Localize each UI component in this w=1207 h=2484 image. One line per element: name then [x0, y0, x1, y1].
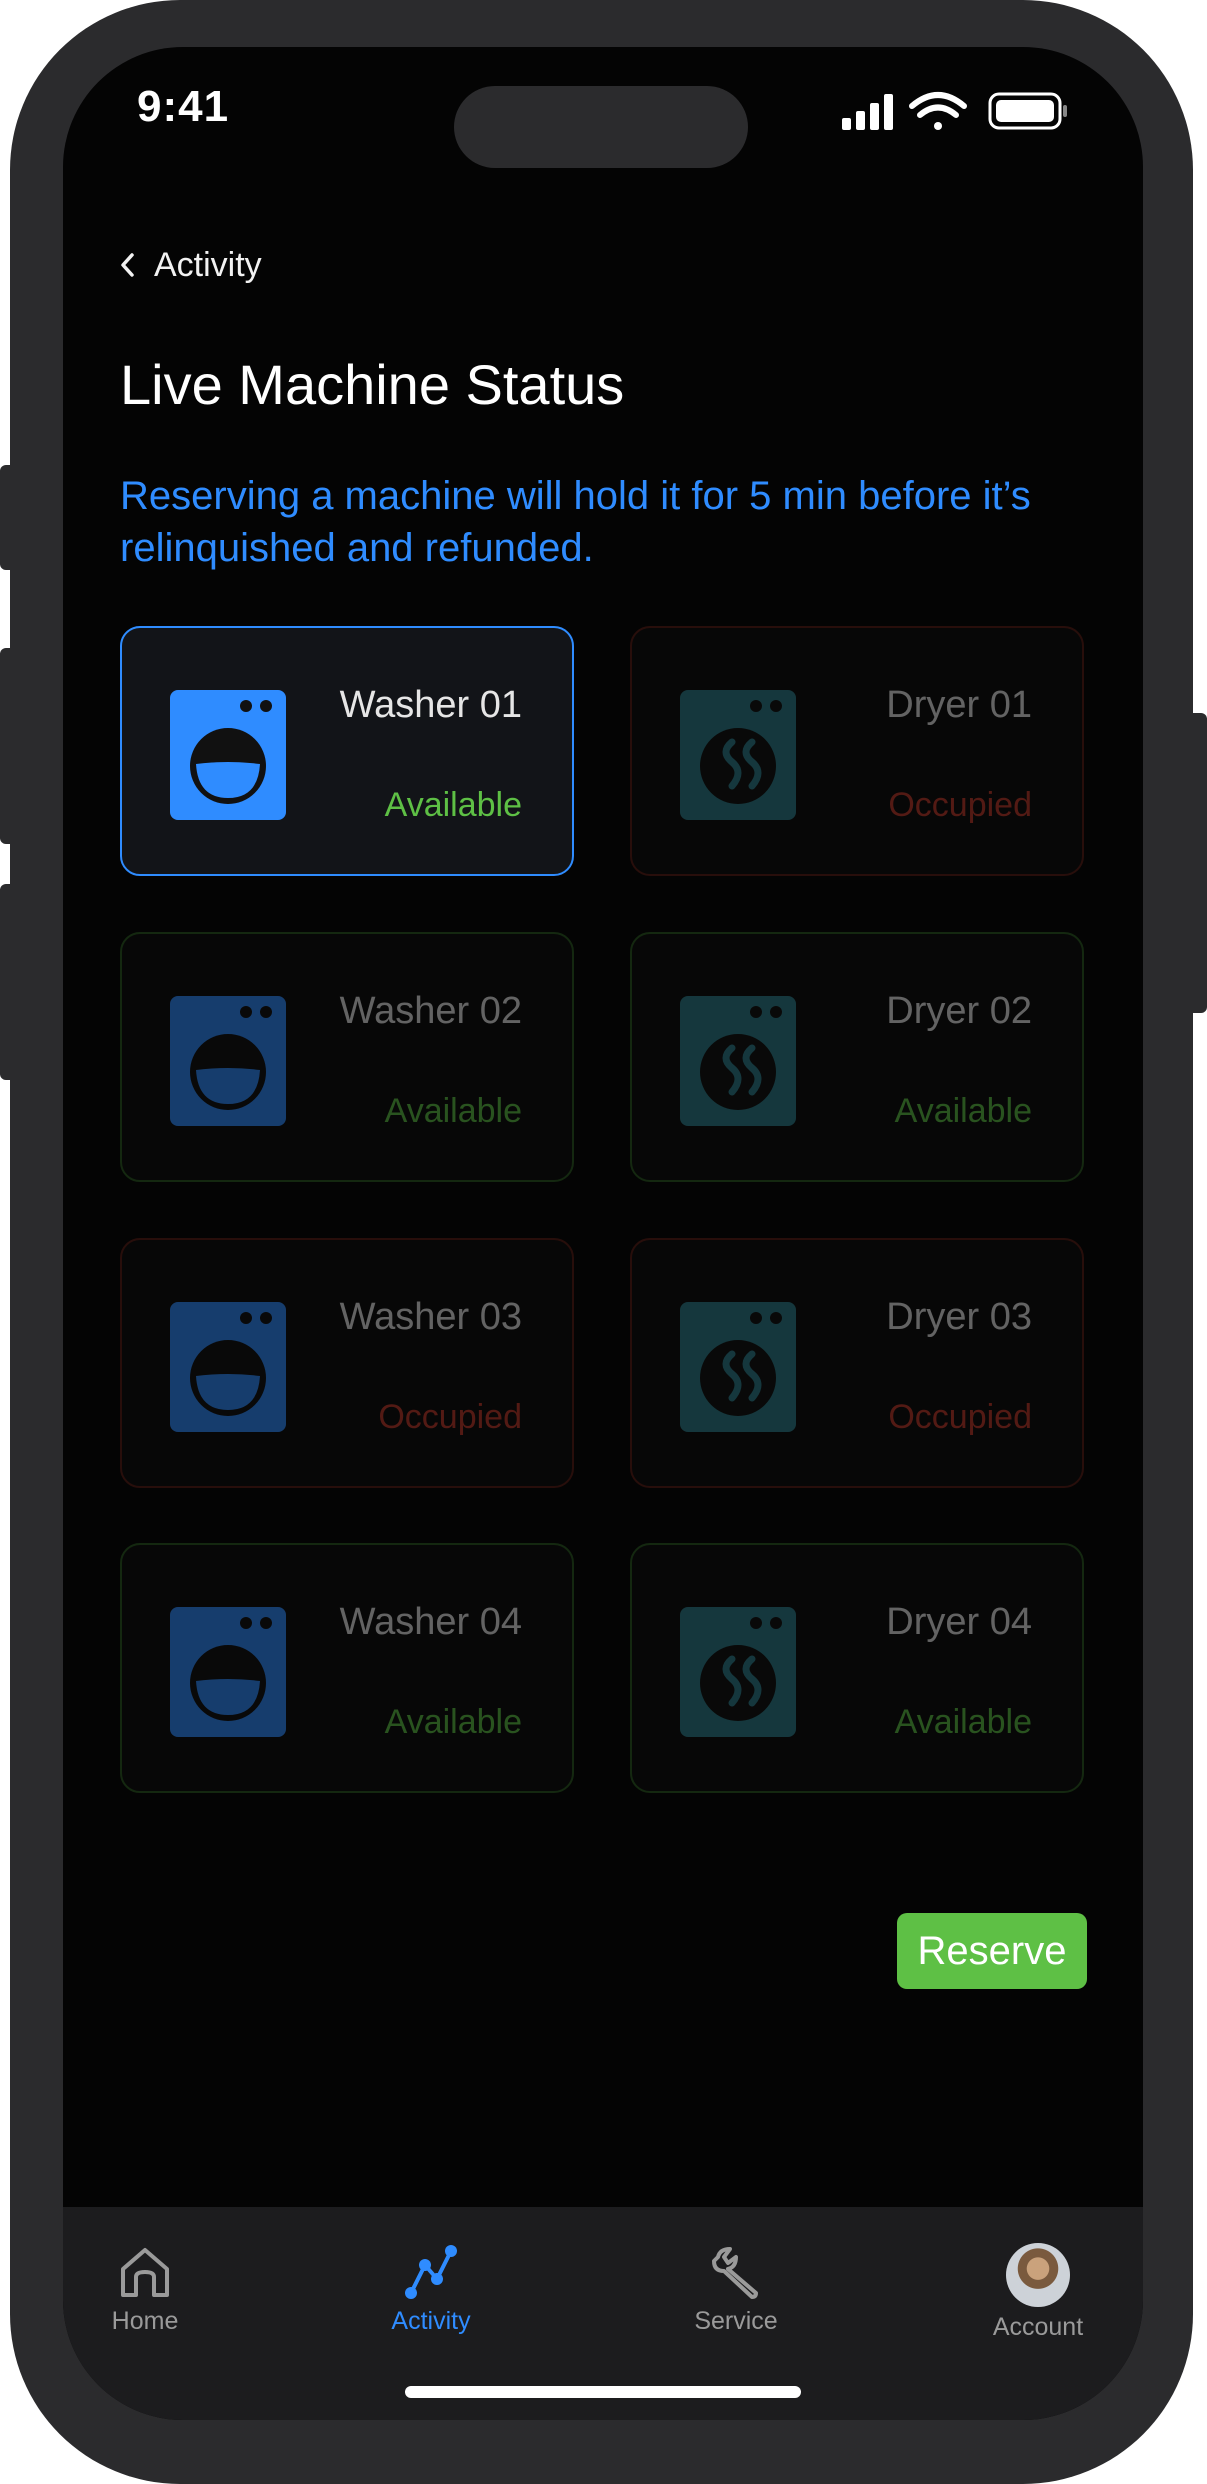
dryer-icon	[680, 1607, 796, 1737]
mute-switch	[0, 465, 14, 570]
washer-icon	[170, 1607, 286, 1737]
machine-name: Washer 01	[339, 684, 522, 726]
machine-status: Available	[894, 1092, 1032, 1130]
status-icons	[842, 92, 1067, 130]
machine-name: Washer 03	[339, 1296, 522, 1338]
machine-card[interactable]: Dryer 04 Available	[630, 1543, 1084, 1793]
washer-icon	[170, 1302, 286, 1432]
machine-card[interactable]: Dryer 03 Occupied	[630, 1238, 1084, 1488]
machine-name: Washer 04	[339, 1601, 522, 1643]
machine-status: Occupied	[888, 1398, 1032, 1436]
machine-name: Washer 02	[339, 990, 522, 1032]
avatar	[1006, 2243, 1070, 2307]
machine-card[interactable]: Washer 04 Available	[120, 1543, 574, 1793]
machine-status: Available	[384, 1092, 522, 1130]
tab-label: Account	[992, 2313, 1084, 2341]
battery-icon	[988, 92, 1067, 130]
dryer-icon	[680, 690, 796, 820]
machine-status: Occupied	[378, 1398, 522, 1436]
status-time: 9:41	[137, 82, 230, 131]
tab-activity[interactable]: Activity	[351, 2243, 511, 2336]
back-button[interactable]: Activity	[118, 240, 262, 290]
machine-name: Dryer 04	[886, 1601, 1032, 1643]
page-title: Live Machine Status	[120, 353, 625, 416]
tab-label: Activity	[391, 2307, 471, 2335]
machine-card[interactable]: Washer 01 Available	[120, 626, 574, 876]
machine-card[interactable]: Washer 02 Available	[120, 932, 574, 1182]
page-subtitle: Reserving a machine will hold it for 5 m…	[120, 474, 1031, 570]
home-icon	[121, 2248, 169, 2297]
tab-home[interactable]: Home	[65, 2243, 225, 2336]
machine-status: Occupied	[888, 786, 1032, 824]
machine-card[interactable]: Dryer 01 Occupied	[630, 626, 1084, 876]
machine-card[interactable]: Washer 03 Occupied	[120, 1238, 574, 1488]
dynamic-island	[454, 86, 748, 168]
machine-status: Available	[384, 786, 522, 824]
wrench-icon	[712, 2247, 758, 2299]
home-indicator	[405, 2386, 801, 2398]
wifi-icon	[909, 92, 967, 130]
chevron-left-icon	[121, 253, 134, 277]
reserve-button[interactable]: Reserve	[897, 1913, 1087, 1989]
volume-down-button	[0, 884, 14, 1080]
dryer-icon	[680, 1302, 796, 1432]
machine-card[interactable]: Dryer 02 Available	[630, 932, 1084, 1182]
activity-icon	[405, 2245, 457, 2299]
washer-icon	[170, 690, 286, 820]
tab-label: Home	[111, 2307, 179, 2335]
tab-service[interactable]: Service	[656, 2243, 816, 2336]
tab-label: Service	[694, 2307, 778, 2335]
machine-name: Dryer 01	[886, 684, 1032, 726]
signal-icon	[842, 94, 893, 130]
volume-up-button	[0, 648, 14, 844]
machine-name: Dryer 02	[886, 990, 1032, 1032]
tab-account[interactable]: Account	[958, 2243, 1118, 2342]
power-button	[1190, 713, 1207, 1013]
back-label: Activity	[154, 245, 262, 284]
machine-status: Available	[384, 1703, 522, 1741]
machine-name: Dryer 03	[886, 1296, 1032, 1338]
washer-icon	[170, 996, 286, 1126]
machine-status: Available	[894, 1703, 1032, 1741]
dryer-icon	[680, 996, 796, 1126]
